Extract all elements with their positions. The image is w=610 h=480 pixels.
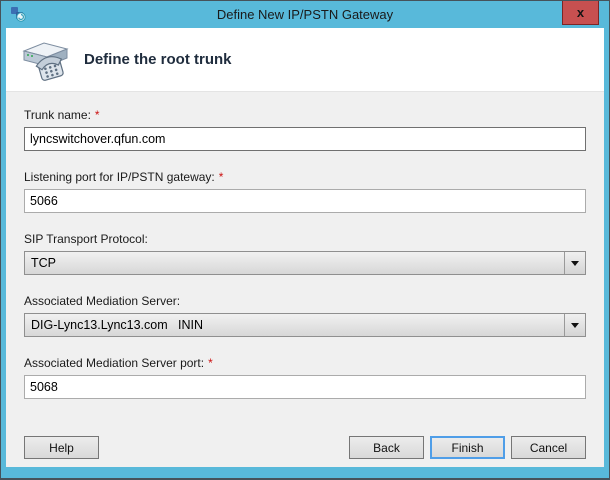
cancel-button[interactable]: Cancel [511, 436, 586, 459]
help-button[interactable]: Help [24, 436, 99, 459]
dialog-window: Define New IP/PSTN Gateway x Define the … [0, 0, 610, 480]
page-title: Define the root trunk [84, 51, 232, 68]
mediation-server-port-label: Associated Mediation Server port: * [24, 356, 213, 370]
sip-transport-label: SIP Transport Protocol: [24, 232, 148, 246]
gateway-phone-icon [22, 36, 70, 84]
listening-port-input[interactable] [24, 189, 586, 213]
chevron-down-icon[interactable] [564, 252, 585, 274]
mediation-server-port-input[interactable] [24, 375, 586, 399]
wizard-header: Define the root trunk [6, 28, 604, 92]
window-title: Define New IP/PSTN Gateway [216, 7, 394, 22]
required-asterisk: * [218, 170, 224, 184]
button-bar: Help Back Finish Cancel [24, 436, 586, 459]
required-asterisk: * [208, 356, 213, 370]
trunk-name-input[interactable] [24, 127, 586, 151]
mediation-server-label: Associated Mediation Server: [24, 294, 181, 308]
mediation-server-value: DIG-Lync13.Lync13.com ININ [31, 318, 204, 332]
sip-transport-select[interactable]: TCP [24, 251, 586, 275]
form: Trunk name:* Listening port for IP/PSTN … [6, 92, 604, 399]
sip-transport-value: TCP [31, 256, 56, 270]
finish-button[interactable]: Finish [430, 436, 505, 459]
topology-builder-icon [10, 6, 26, 22]
dialog-content: Define the root trunk Trunk name:* Liste… [6, 28, 604, 467]
chevron-down-icon[interactable] [564, 314, 585, 336]
trunk-name-label: Trunk name: * [24, 108, 100, 122]
back-button[interactable]: Back [349, 436, 424, 459]
title-bar: Define New IP/PSTN Gateway x [1, 1, 609, 28]
required-asterisk: * [94, 108, 100, 122]
mediation-server-select[interactable]: DIG-Lync13.Lync13.com ININ [24, 313, 586, 337]
close-button[interactable]: x [562, 1, 599, 25]
listening-port-label: Listening port for IP/PSTN gateway: * [24, 170, 224, 184]
